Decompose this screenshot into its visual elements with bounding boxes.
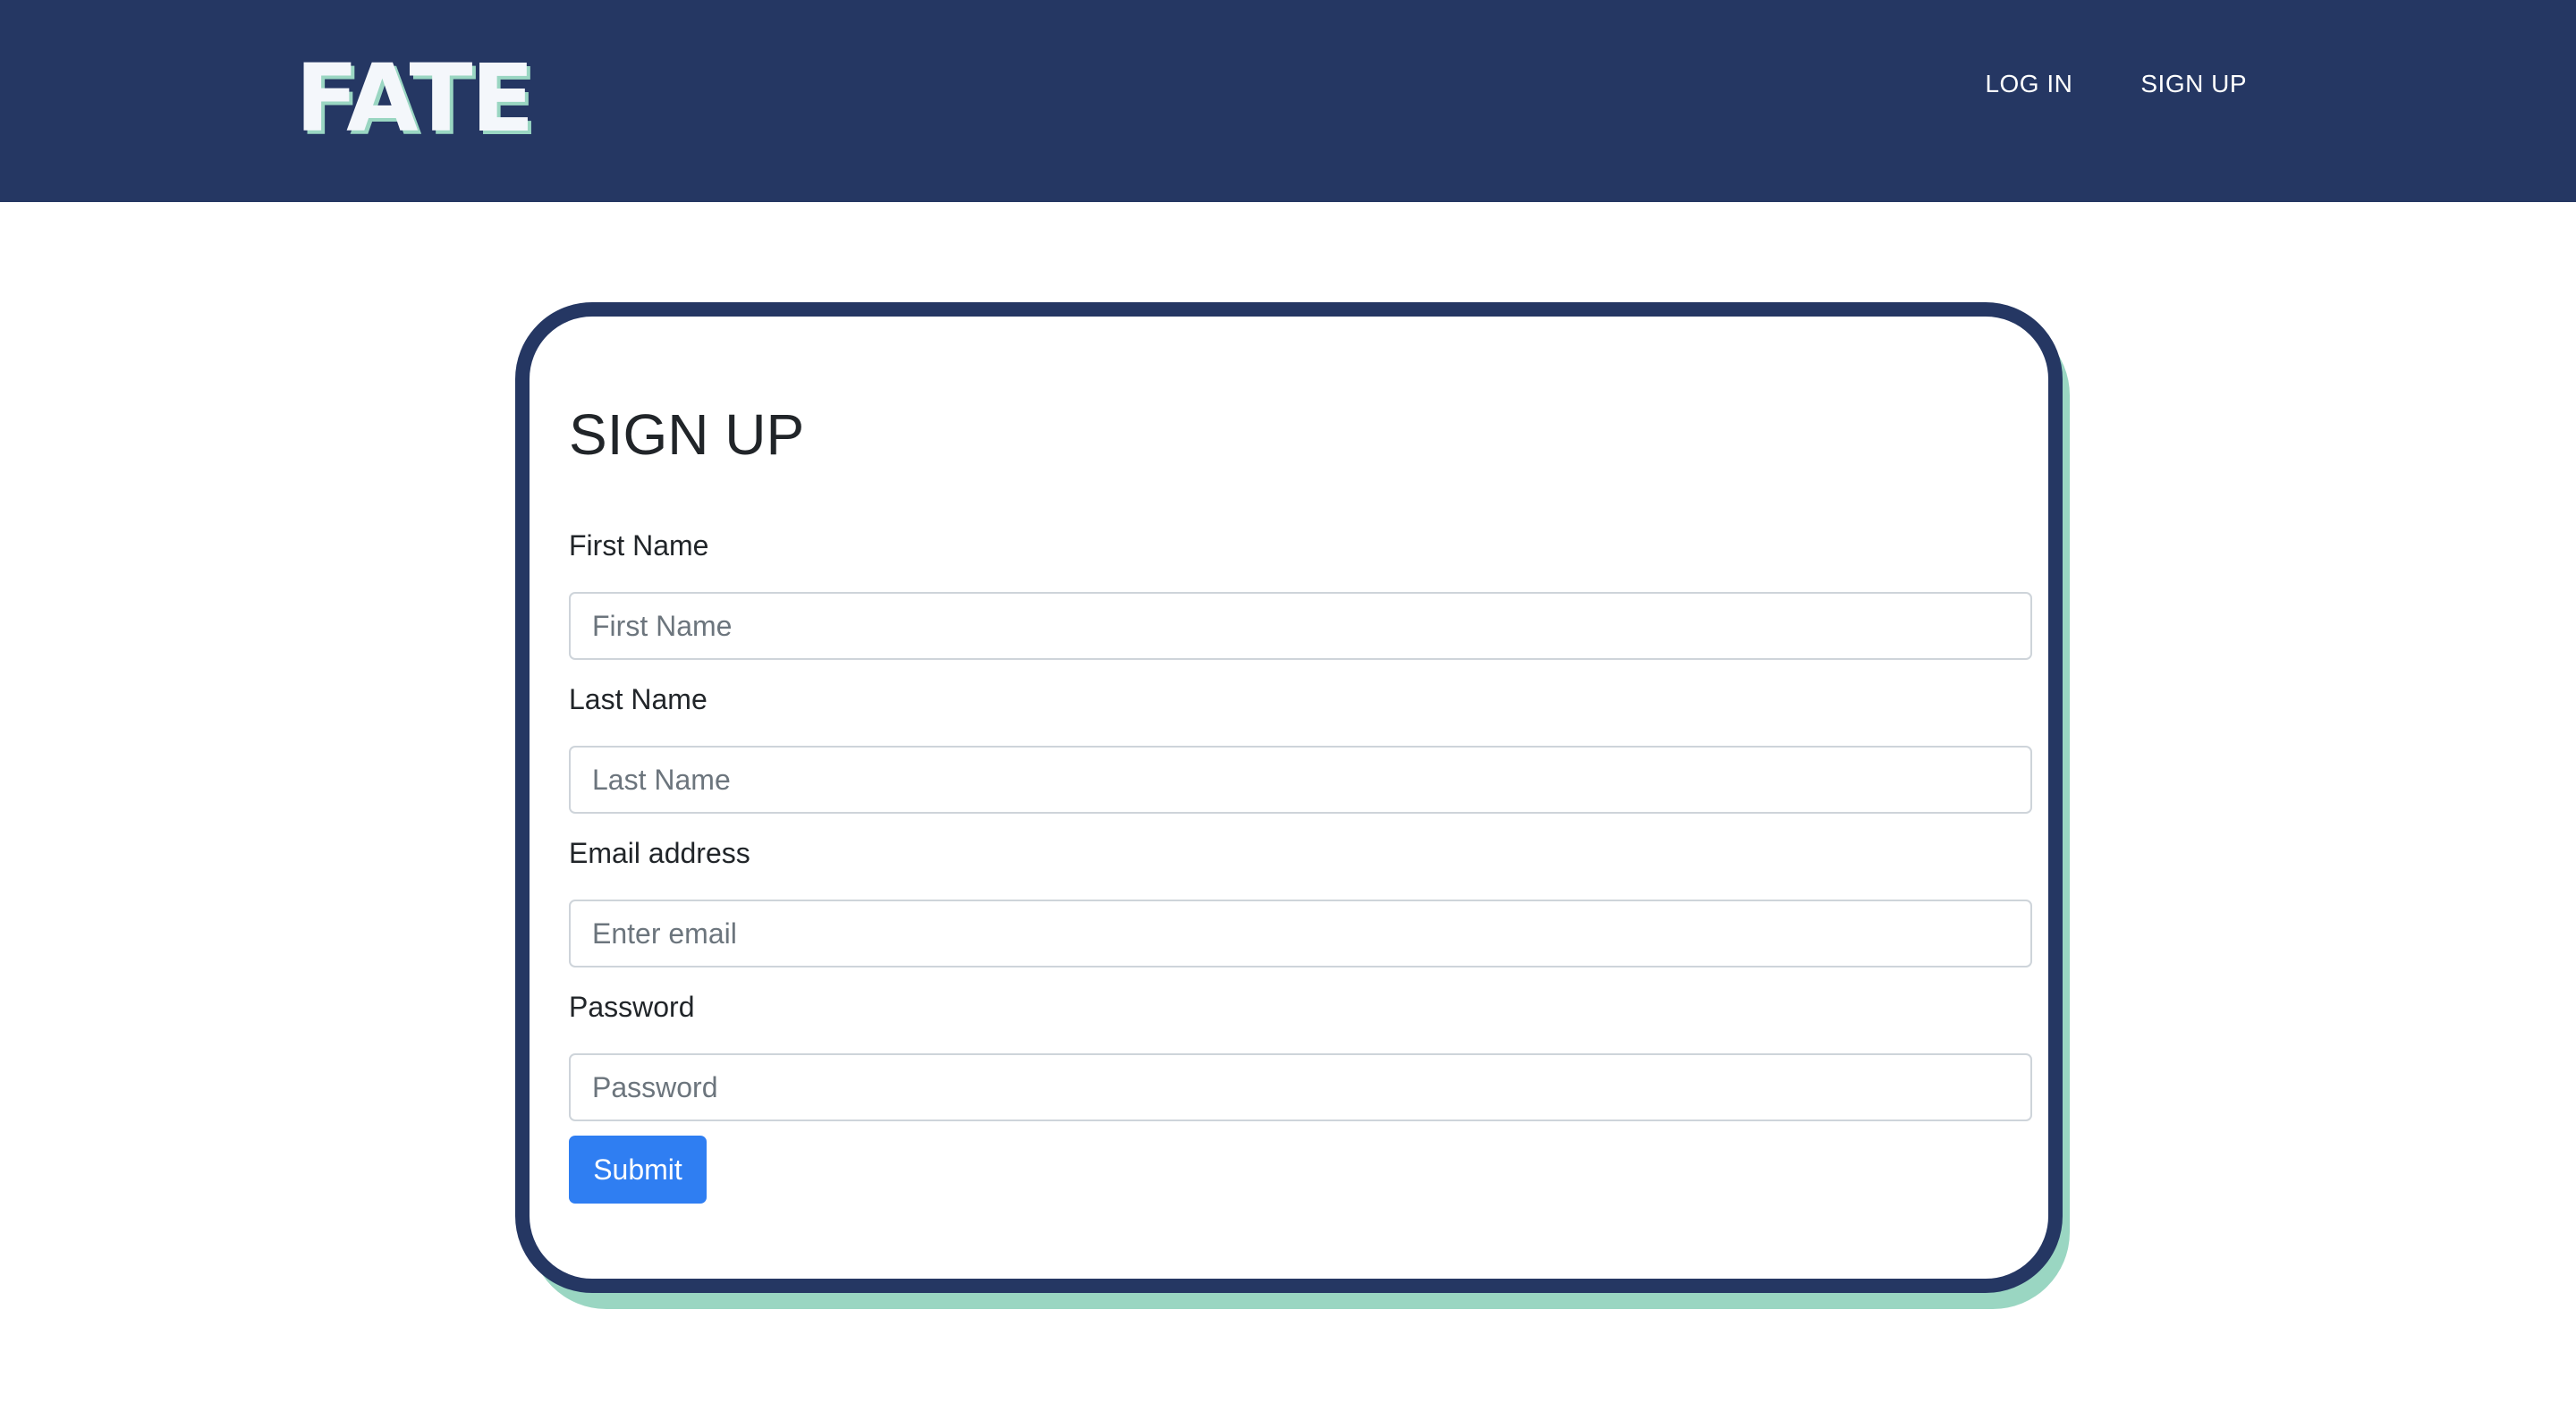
last-name-input[interactable] xyxy=(569,746,2032,814)
submit-button[interactable]: Submit xyxy=(569,1136,707,1204)
nav-login-link[interactable]: LOG IN xyxy=(1985,72,2072,97)
password-label: Password xyxy=(569,991,695,1023)
password-input[interactable] xyxy=(569,1053,2032,1121)
last-name-label: Last Name xyxy=(569,683,708,715)
first-name-label: First Name xyxy=(569,529,709,562)
email-label: Email address xyxy=(569,837,750,869)
signup-card: SIGN UP First Name Last Name Email addre… xyxy=(515,302,2063,1293)
page-title: SIGN UP xyxy=(569,402,805,467)
email-input[interactable] xyxy=(569,900,2032,967)
nav-signup-link[interactable]: SIGN UP xyxy=(2140,72,2247,97)
logo[interactable]: FATE xyxy=(295,52,535,145)
navbar: FATE LOG IN SIGN UP xyxy=(0,0,2576,202)
first-name-input[interactable] xyxy=(569,592,2032,660)
nav-links: LOG IN SIGN UP xyxy=(1985,72,2247,97)
